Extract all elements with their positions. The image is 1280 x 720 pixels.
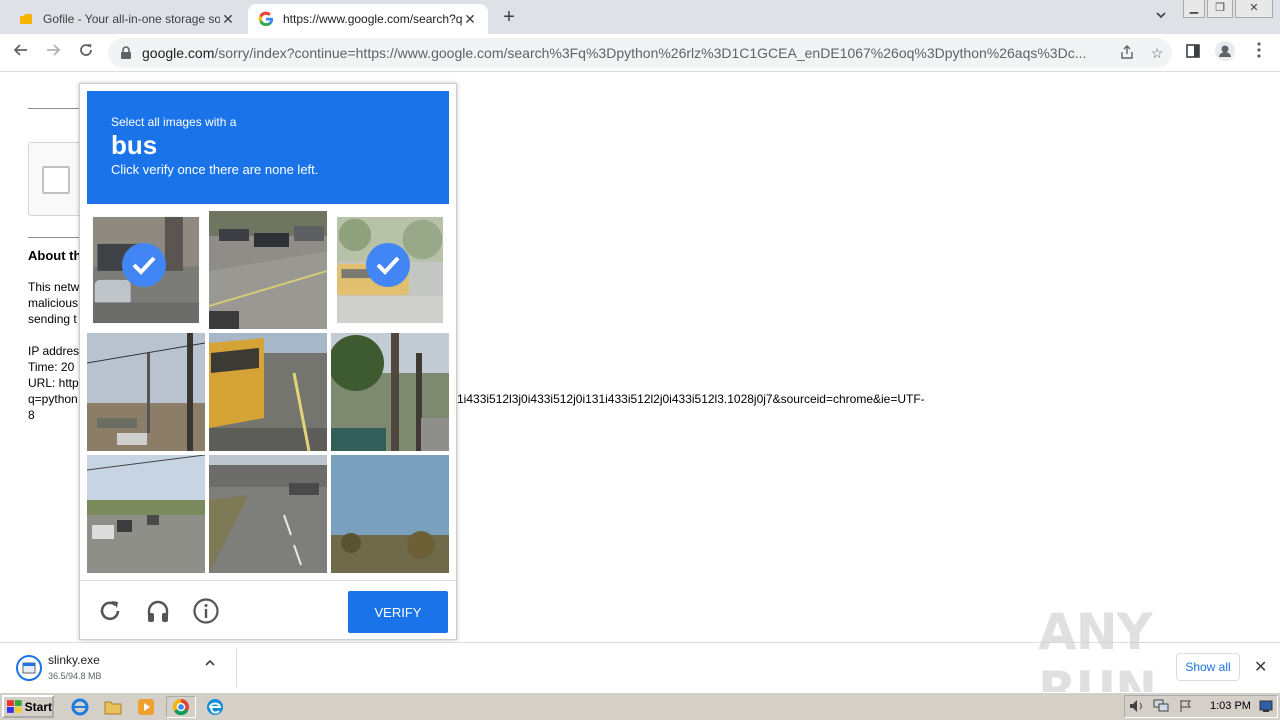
side-panel-icon[interactable] xyxy=(1180,41,1206,65)
image-tile[interactable] xyxy=(331,211,449,329)
clock[interactable]: 1:03 PM xyxy=(1210,700,1251,712)
time-line: Time: 20 xyxy=(28,360,75,374)
forward-arrow-icon[interactable] xyxy=(40,41,66,65)
close-tab-icon[interactable]: ✕ xyxy=(462,11,478,28)
show-desktop-icon[interactable] xyxy=(1259,699,1273,716)
download-file-name[interactable]: slinky.exe xyxy=(48,653,100,667)
reload-icon[interactable] xyxy=(73,41,99,65)
system-tray: 1:03 PM xyxy=(1124,695,1278,718)
menu-kebab-icon[interactable] xyxy=(1246,41,1272,65)
image-tile[interactable] xyxy=(209,211,327,329)
url-text-tail: 1i433i512l3j0i433i512j0i131i433i512l2j0i… xyxy=(457,392,925,406)
challenge-footer: VERIFY xyxy=(80,580,456,640)
show-all-button[interactable]: Show all xyxy=(1176,653,1240,681)
start-button[interactable]: Start xyxy=(2,695,54,718)
info-icon[interactable] xyxy=(192,597,220,625)
image-tile[interactable] xyxy=(331,455,449,573)
address-bar[interactable]: google.com/sorry/index?continue=https://… xyxy=(108,38,1172,68)
browser-toolbar: google.com/sorry/index?continue=https://… xyxy=(0,34,1280,72)
chevron-up-icon[interactable] xyxy=(204,657,216,671)
recaptcha-checkbox[interactable] xyxy=(42,166,70,194)
selected-check-icon xyxy=(122,243,166,287)
tab-strip: Gofile - Your all-in-one storage soluti … xyxy=(0,0,1280,34)
url-line-cont: q=python xyxy=(28,392,78,406)
windows-logo-icon xyxy=(7,699,22,713)
tab-title: Gofile - Your all-in-one storage soluti xyxy=(43,12,220,26)
ip-address-line: IP address xyxy=(28,344,80,358)
image-tile[interactable] xyxy=(209,333,327,451)
download-progress: 36.5/94.8 MB xyxy=(48,671,102,681)
selected-check-icon xyxy=(366,243,410,287)
image-tile[interactable] xyxy=(87,455,205,573)
tab-google-search[interactable]: https://www.google.com/search?q= ✕ xyxy=(248,4,488,34)
instruction-text: Select all images with a xyxy=(111,115,237,129)
minimize-window-button[interactable]: ▁ xyxy=(1183,0,1205,18)
exe-file-icon[interactable] xyxy=(16,655,42,681)
start-label: Start xyxy=(24,699,52,714)
restore-window-button[interactable]: ❐ xyxy=(1207,0,1233,18)
gofile-icon xyxy=(18,11,34,27)
internet-explorer-icon[interactable] xyxy=(68,696,92,718)
image-tile[interactable] xyxy=(87,333,205,451)
image-tile[interactable] xyxy=(87,211,205,329)
recaptcha-challenge: Select all images with a bus Click verif… xyxy=(79,83,457,640)
target-keyword: bus xyxy=(111,130,158,160)
audio-challenge-icon[interactable] xyxy=(144,597,172,625)
chrome-taskbar-icon[interactable] xyxy=(166,696,196,718)
bookmark-star-icon[interactable]: ☆ xyxy=(1142,45,1172,62)
verify-button[interactable]: VERIFY xyxy=(348,591,448,633)
url-text[interactable]: google.com/sorry/index?continue=https://… xyxy=(142,45,1112,61)
image-tile[interactable] xyxy=(209,455,327,573)
image-tile-grid xyxy=(87,211,451,575)
url-line-end: 8 xyxy=(28,408,35,422)
body-text-line: malicious xyxy=(28,296,79,310)
folder-icon[interactable] xyxy=(101,696,125,718)
google-icon xyxy=(258,11,274,27)
volume-icon[interactable] xyxy=(1129,699,1145,716)
reload-challenge-icon[interactable] xyxy=(96,597,124,625)
network-icon[interactable] xyxy=(1153,699,1169,716)
close-icon[interactable]: ✕ xyxy=(1254,657,1267,677)
close-window-button[interactable]: ✕ xyxy=(1235,0,1273,18)
url-line: URL: http xyxy=(28,376,79,390)
back-arrow-icon[interactable] xyxy=(8,41,34,65)
tab-gofile[interactable]: Gofile - Your all-in-one storage soluti … xyxy=(8,4,246,34)
divider xyxy=(236,649,237,687)
body-text-line: This network xyxy=(28,280,80,294)
share-icon[interactable] xyxy=(1112,44,1142,62)
flag-icon[interactable] xyxy=(1179,699,1193,716)
lock-icon[interactable] xyxy=(120,46,134,60)
body-text-line: sending t xyxy=(28,312,77,326)
tab-title: https://www.google.com/search?q= xyxy=(283,12,462,26)
media-player-icon[interactable] xyxy=(134,696,158,718)
challenge-header: Select all images with a bus Click verif… xyxy=(87,91,449,204)
chevron-down-icon[interactable] xyxy=(1152,9,1170,27)
instruction-subtext: Click verify once there are none left. xyxy=(111,162,319,177)
close-tab-icon[interactable]: ✕ xyxy=(220,11,236,28)
about-heading: About this page xyxy=(28,248,80,263)
image-tile[interactable] xyxy=(331,333,449,451)
url-path: /sorry/index?continue=https://www.google… xyxy=(214,45,1087,61)
profile-avatar-icon[interactable] xyxy=(1212,41,1238,65)
download-shelf: slinky.exe 36.5/94.8 MB ANY RUN Show all… xyxy=(0,603,1280,719)
edge-icon[interactable] xyxy=(203,696,227,718)
new-tab-icon[interactable]: + xyxy=(498,7,520,29)
windows-taskbar: Start 1:03 PM xyxy=(0,692,1280,720)
url-host: google.com xyxy=(142,45,215,61)
